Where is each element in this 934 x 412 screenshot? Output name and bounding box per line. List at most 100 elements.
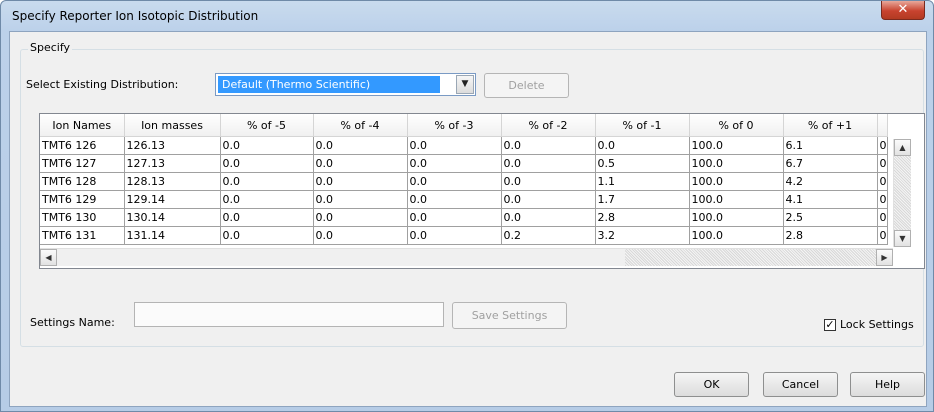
table-cell[interactable]: 126.13 — [124, 136, 221, 155]
delete-button[interactable]: Delete — [484, 73, 569, 98]
table-cell[interactable]: 0.0 — [501, 208, 596, 227]
title-bar[interactable]: Specify Reporter Ion Isotopic Distributi… — [1, 1, 933, 31]
horizontal-scroll-thumb[interactable] — [57, 249, 625, 266]
table-row[interactable]: TMT6 129 129.14 0.0 0.0 0.0 0.0 1.7 100.0 4.1 0 — [40, 190, 888, 209]
column-header[interactable]: % of -5 — [220, 114, 314, 137]
settings-name-input[interactable] — [134, 302, 444, 327]
table-cell[interactable]: 131.14 — [124, 226, 221, 245]
table-row[interactable]: TMT6 130 130.14 0.0 0.0 0.0 0.0 2.8 100.0 2.5 0 — [40, 208, 888, 227]
table-cell[interactable]: 2.8 — [595, 208, 690, 227]
table-cell[interactable]: 0.0 — [220, 226, 314, 245]
table-cell[interactable]: 128.13 — [124, 172, 221, 191]
table-cell[interactable]: 100.0 — [689, 172, 784, 191]
table-cell[interactable]: TMT6 127 — [40, 154, 125, 173]
scroll-up-icon[interactable]: ▲ — [894, 139, 911, 156]
table-cell[interactable]: 0.0 — [313, 172, 408, 191]
column-header[interactable]: % of -1 — [595, 114, 690, 137]
table-cell[interactable]: TMT6 129 — [40, 190, 125, 209]
table-cell[interactable]: 0.0 — [220, 190, 314, 209]
table-cell[interactable]: 0.0 — [407, 172, 502, 191]
chevron-down-icon[interactable]: ▼ — [456, 75, 474, 94]
column-header[interactable] — [877, 114, 888, 137]
scroll-right-icon[interactable]: ▶ — [876, 249, 893, 266]
table-row[interactable]: TMT6 126 126.13 0.0 0.0 0.0 0.0 0.0 100.0 6.1 0 — [40, 136, 888, 155]
table-cell[interactable]: 2.5 — [783, 208, 878, 227]
table-cell[interactable]: 0 — [877, 172, 888, 191]
table-cell[interactable]: TMT6 131 — [40, 226, 125, 245]
table-cell[interactable]: 1.1 — [595, 172, 690, 191]
lock-settings-checkbox[interactable]: ✓ — [824, 319, 836, 331]
table-cell[interactable]: 0.0 — [313, 208, 408, 227]
settings-name-label: Settings Name: — [30, 316, 115, 329]
table-cell[interactable]: 0 — [877, 154, 888, 173]
distribution-select-value: Default (Thermo Scientific) — [218, 76, 440, 93]
table-cell[interactable]: 0.0 — [407, 190, 502, 209]
table-cell[interactable]: 0.0 — [407, 226, 502, 245]
isotope-table[interactable]: Ion Names Ion masses % of -5 % of -4 % o… — [39, 113, 925, 269]
table-cell[interactable]: 4.1 — [783, 190, 878, 209]
group-label: Specify — [28, 41, 73, 54]
save-settings-button[interactable]: Save Settings — [452, 302, 567, 329]
column-header[interactable]: % of 0 — [689, 114, 784, 137]
table-cell[interactable]: TMT6 128 — [40, 172, 125, 191]
vertical-scroll-thumb[interactable] — [894, 156, 911, 230]
table-row[interactable]: TMT6 127 127.13 0.0 0.0 0.0 0.0 0.5 100.0 6.7 0 — [40, 154, 888, 173]
scroll-down-icon[interactable]: ▼ — [894, 230, 911, 247]
table-cell[interactable]: 0.0 — [501, 172, 596, 191]
table-cell[interactable]: 130.14 — [124, 208, 221, 227]
table-cell[interactable]: 0.0 — [313, 154, 408, 173]
column-header[interactable]: Ion Names — [40, 114, 125, 137]
table-cell[interactable]: 1.7 — [595, 190, 690, 209]
table-row[interactable]: TMT6 131 131.14 0.0 0.0 0.0 0.2 3.2 100.0 2.8 0 — [40, 226, 888, 245]
table-cell[interactable]: 0.5 — [595, 154, 690, 173]
table-cell[interactable]: 100.0 — [689, 226, 784, 245]
table-cell[interactable]: 0 — [877, 226, 888, 245]
horizontal-scrollbar[interactable]: ◀ ▶ — [40, 248, 893, 266]
table-cell[interactable]: TMT6 126 — [40, 136, 125, 155]
table-cell[interactable]: 0 — [877, 208, 888, 227]
ok-button[interactable]: OK — [674, 372, 749, 397]
scroll-left-icon[interactable]: ◀ — [40, 249, 57, 266]
table-cell[interactable]: 100.0 — [689, 190, 784, 209]
cancel-button[interactable]: Cancel — [763, 372, 838, 397]
table-cell[interactable]: 0.0 — [313, 226, 408, 245]
table-cell[interactable]: 0.0 — [220, 172, 314, 191]
vertical-scrollbar[interactable]: ▲ ▼ — [893, 139, 911, 247]
table-cell[interactable]: TMT6 130 — [40, 208, 125, 227]
table-cell[interactable]: 0.0 — [313, 136, 408, 155]
table-cell[interactable]: 2.8 — [783, 226, 878, 245]
column-header[interactable]: Ion masses — [124, 114, 221, 137]
table-cell[interactable]: 0.0 — [220, 208, 314, 227]
table-cell[interactable]: 100.0 — [689, 136, 784, 155]
table-cell[interactable]: 0.0 — [595, 136, 690, 155]
table-cell[interactable]: 100.0 — [689, 208, 784, 227]
help-button[interactable]: Help — [850, 372, 925, 397]
table-cell[interactable]: 0.0 — [407, 208, 502, 227]
table-cell[interactable]: 0.0 — [313, 190, 408, 209]
table-cell[interactable]: 0.0 — [407, 136, 502, 155]
close-icon[interactable]: ✕ — [881, 1, 925, 20]
column-header[interactable]: % of -3 — [407, 114, 502, 137]
column-header[interactable]: % of +1 — [783, 114, 878, 137]
column-header[interactable]: % of -2 — [501, 114, 596, 137]
table-row[interactable]: TMT6 128 128.13 0.0 0.0 0.0 0.0 1.1 100.0 4.2 0 — [40, 172, 888, 191]
table-cell[interactable]: 127.13 — [124, 154, 221, 173]
table-cell[interactable]: 6.1 — [783, 136, 878, 155]
table-cell[interactable]: 0.0 — [220, 136, 314, 155]
column-header[interactable]: % of -4 — [313, 114, 408, 137]
table-cell[interactable]: 0 — [877, 190, 888, 209]
table-cell[interactable]: 4.2 — [783, 172, 878, 191]
table-cell[interactable]: 6.7 — [783, 154, 878, 173]
table-cell[interactable]: 0 — [877, 136, 888, 155]
table-cell[interactable]: 3.2 — [595, 226, 690, 245]
table-cell[interactable]: 0.2 — [501, 226, 596, 245]
table-cell[interactable]: 0.0 — [220, 154, 314, 173]
table-cell[interactable]: 0.0 — [501, 190, 596, 209]
table-cell[interactable]: 0.0 — [501, 136, 596, 155]
lock-settings-label: Lock Settings — [840, 318, 914, 331]
table-cell[interactable]: 0.0 — [407, 154, 502, 173]
distribution-select[interactable]: Default (Thermo Scientific) ▼ — [215, 73, 476, 96]
table-cell[interactable]: 100.0 — [689, 154, 784, 173]
table-cell[interactable]: 0.0 — [501, 154, 596, 173]
table-cell[interactable]: 129.14 — [124, 190, 221, 209]
